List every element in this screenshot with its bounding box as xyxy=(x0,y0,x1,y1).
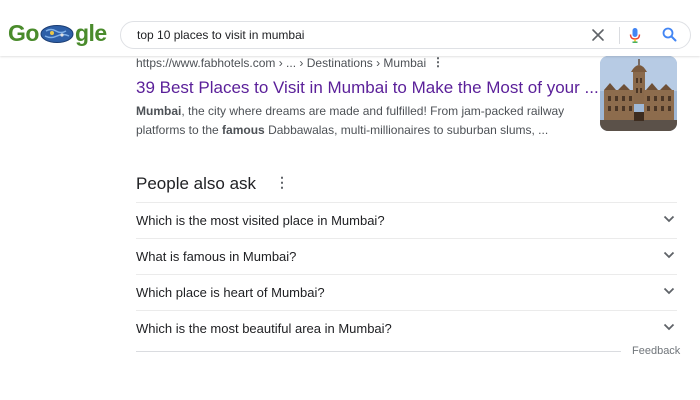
people-also-ask-heading: People also ask xyxy=(136,174,257,193)
more-options-icon[interactable]: ⋮ xyxy=(432,55,444,69)
paa-question[interactable]: Which place is heart of Mumbai? xyxy=(136,274,677,310)
paa-question-text: Which is the most beautiful area in Mumb… xyxy=(136,321,392,336)
feedback-link[interactable]: Feedback xyxy=(632,345,680,357)
microphone-icon[interactable] xyxy=(628,27,642,44)
paa-bottom-divider xyxy=(136,351,621,352)
search-divider xyxy=(619,27,620,44)
paa-question-text: Which place is heart of Mumbai? xyxy=(136,285,325,300)
search-icon[interactable] xyxy=(662,27,677,42)
result-url-text: https://www.fabhotels.com › ... › Destin… xyxy=(136,56,427,70)
paa-question[interactable]: Which is the most beautiful area in Mumb… xyxy=(136,310,677,346)
chevron-down-icon xyxy=(663,251,675,259)
google-logo[interactable]: Go gle xyxy=(8,20,107,47)
people-also-ask-list: Which is the most visited place in Mumba… xyxy=(136,202,677,346)
paa-question[interactable]: What is famous in Mumbai? xyxy=(136,238,677,274)
paa-more-options-icon[interactable]: ⋮ xyxy=(275,174,289,191)
logo-text-start: Go xyxy=(8,20,39,46)
paa-question-text: What is famous in Mumbai? xyxy=(136,249,297,264)
paa-question[interactable]: Which is the most visited place in Mumba… xyxy=(136,202,677,238)
doodle-globe-icon xyxy=(40,25,74,43)
chevron-down-icon xyxy=(663,215,675,223)
snippet-bold-famous: famous xyxy=(222,123,265,137)
snippet-text-2: Dabbawalas, multi-millionaires to suburb… xyxy=(264,123,549,137)
snippet-bold-mumbai: Mumbai xyxy=(136,104,182,118)
result-url[interactable]: https://www.fabhotels.com › ... › Destin… xyxy=(136,55,444,70)
chevron-down-icon xyxy=(663,287,675,295)
logo-text-end: gle xyxy=(74,20,107,46)
result-title-link[interactable]: 39 Best Places to Visit in Mumbai to Mak… xyxy=(136,78,599,98)
chevron-down-icon xyxy=(663,323,675,331)
search-input[interactable]: top 10 places to visit in mumbai xyxy=(137,28,304,42)
result-thumbnail[interactable] xyxy=(600,56,677,131)
search-box[interactable]: top 10 places to visit in mumbai xyxy=(120,21,691,49)
search-header: Go gle top 10 places to visit in mumbai xyxy=(0,0,700,56)
result-snippet: Mumbai, the city where dreams are made a… xyxy=(136,102,596,140)
paa-question-text: Which is the most visited place in Mumba… xyxy=(136,213,385,228)
clear-icon[interactable] xyxy=(591,28,605,42)
